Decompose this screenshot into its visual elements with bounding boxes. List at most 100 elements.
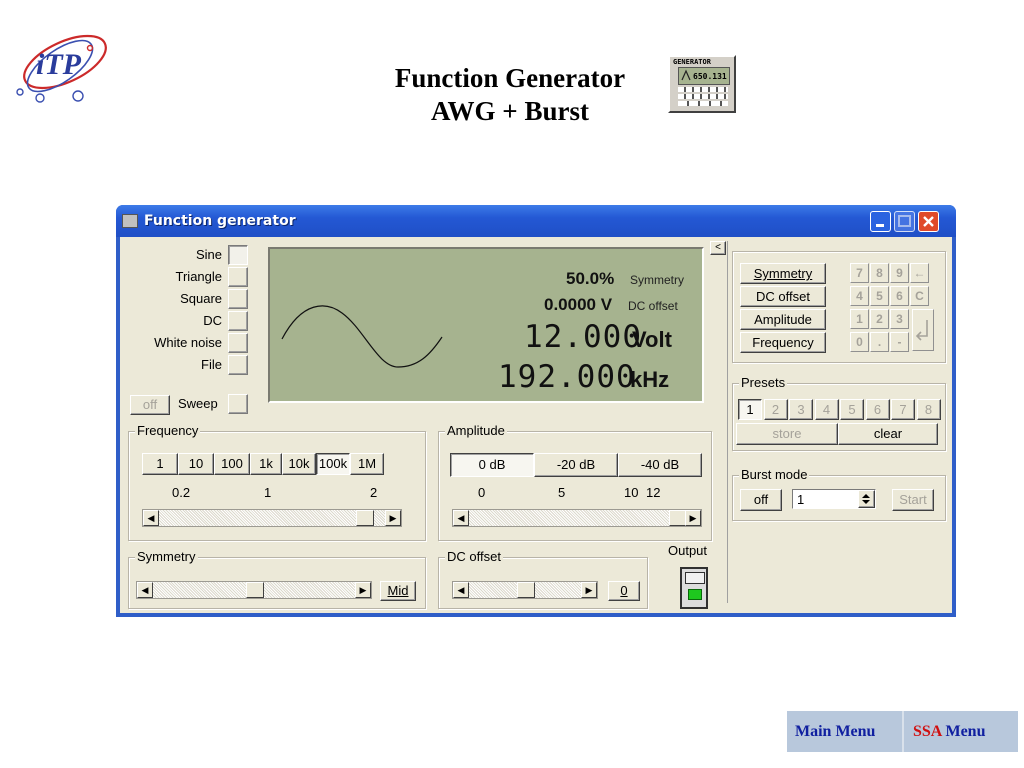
symmetry-entry-button[interactable]: Symmetry bbox=[740, 263, 826, 284]
waveform-label-dc: DC bbox=[203, 313, 222, 328]
waveform-button-file[interactable] bbox=[228, 355, 248, 375]
keypad-key[interactable]: 3 bbox=[890, 309, 909, 329]
preset-button-4[interactable]: 4 bbox=[814, 399, 839, 420]
symmetry-slider-thumb[interactable] bbox=[246, 582, 264, 598]
attenuation-minus40dB[interactable]: -40 dB bbox=[618, 453, 702, 477]
ssa-menu-link[interactable]: SSA Menu bbox=[913, 723, 985, 741]
preset-store-button[interactable]: store bbox=[736, 423, 838, 445]
keypad-key[interactable]: 6 bbox=[890, 286, 909, 306]
waveform-button-square[interactable] bbox=[228, 289, 248, 309]
frequency-range-10[interactable]: 10 bbox=[178, 453, 214, 475]
symmetry-title: Symmetry bbox=[135, 549, 198, 564]
keypad-key[interactable]: 2 bbox=[870, 309, 889, 329]
waveform-button-white-noise[interactable] bbox=[228, 333, 248, 353]
attenuation-minus20dB[interactable]: -20 dB bbox=[534, 453, 618, 477]
frequency-slider-right-arrow[interactable]: ▶ bbox=[385, 510, 401, 526]
amplitude-entry-button[interactable]: Amplitude bbox=[740, 309, 826, 330]
amplitude-slider[interactable]: ◀ ▶ bbox=[452, 509, 702, 527]
attenuation-0dB[interactable]: 0 dB bbox=[450, 453, 534, 477]
lcd-display: 50.0% Symmetry 0.0000 V DC offset 12.000… bbox=[268, 247, 704, 403]
keypad-key[interactable]: 8 bbox=[870, 263, 889, 283]
maximize-button bbox=[894, 211, 915, 232]
keypad-key[interactable]: 0 bbox=[850, 332, 869, 352]
app-icon bbox=[122, 214, 138, 228]
dc-offset-slider[interactable]: ◀ ▶ bbox=[452, 581, 598, 599]
sweep-checkbox[interactable] bbox=[228, 394, 248, 414]
waveform-button-triangle[interactable] bbox=[228, 267, 248, 287]
dc-offset-slider-thumb[interactable] bbox=[517, 582, 535, 598]
title-line-2: AWG + Burst bbox=[431, 96, 589, 126]
ssa-menu-prefix: SSA bbox=[913, 723, 942, 740]
generator-icon-value: 650.131 bbox=[693, 72, 727, 81]
preset-button-5[interactable]: 5 bbox=[840, 399, 864, 420]
burst-start-button[interactable]: Start bbox=[892, 489, 934, 511]
symmetry-slider-right-arrow[interactable]: ▶ bbox=[355, 582, 371, 598]
waveform-label-sine: Sine bbox=[195, 247, 222, 262]
preset-button-1[interactable]: 1 bbox=[738, 399, 762, 420]
waveform-button-dc[interactable] bbox=[228, 311, 248, 331]
keypad-key[interactable]: - bbox=[890, 332, 909, 352]
waveform-button-sine[interactable] bbox=[228, 245, 248, 265]
frequency-title: Frequency bbox=[135, 423, 201, 438]
main-menu-link[interactable]: Main Menu bbox=[795, 723, 875, 741]
waveform-label-white-noise: White noise bbox=[154, 335, 222, 350]
enter-arrow-icon bbox=[915, 320, 928, 341]
frequency-range-100[interactable]: 100 bbox=[214, 453, 250, 475]
minimize-button[interactable] bbox=[870, 211, 891, 232]
dc-offset-slider-left-arrow[interactable]: ◀ bbox=[453, 582, 469, 598]
collapse-button[interactable]: < bbox=[710, 241, 726, 255]
enter-key[interactable] bbox=[912, 309, 934, 351]
waveform-label-square: Square bbox=[180, 291, 222, 306]
preset-button-8[interactable]: 8 bbox=[916, 399, 941, 420]
symmetry-slider-left-arrow[interactable]: ◀ bbox=[137, 582, 153, 598]
burst-count-spinner[interactable] bbox=[858, 490, 875, 508]
keypad-key[interactable]: . bbox=[870, 332, 889, 352]
keypad-key[interactable]: 4 bbox=[850, 286, 869, 306]
frequency-range-1M[interactable]: 1M bbox=[350, 453, 384, 475]
window-titlebar[interactable]: Function generator bbox=[116, 205, 956, 237]
frequency-range-1[interactable]: 1 bbox=[142, 453, 178, 475]
output-label: Output bbox=[668, 543, 708, 558]
symmetry-slider[interactable]: ◀ ▶ bbox=[136, 581, 372, 599]
frequency-entry-button[interactable]: Frequency bbox=[740, 332, 826, 353]
preset-button-3[interactable]: 3 bbox=[789, 399, 813, 420]
preset-clear-button[interactable]: clear bbox=[838, 423, 938, 445]
frequency-readout: 192.000 bbox=[498, 359, 636, 395]
dc-offset-zero-button[interactable]: 0 bbox=[608, 581, 640, 601]
amplitude-scale-tick: 12 bbox=[646, 485, 661, 500]
keypad-key[interactable]: ← bbox=[910, 263, 929, 283]
amplitude-slider-left-arrow[interactable]: ◀ bbox=[453, 510, 469, 526]
burst-off-button[interactable]: off bbox=[740, 489, 782, 511]
keypad-key[interactable]: 1 bbox=[850, 309, 869, 329]
frequency-range-10k[interactable]: 10k bbox=[282, 453, 316, 475]
keypad-key[interactable]: 5 bbox=[870, 286, 889, 306]
keypad-key[interactable]: 7 bbox=[850, 263, 869, 283]
presets-title: Presets bbox=[739, 375, 788, 390]
separator-line bbox=[727, 241, 728, 603]
dc-offset-readout-label: DC offset bbox=[628, 299, 678, 313]
dc-offset-readout: 0.0000 V bbox=[544, 295, 613, 314]
dc-offset-slider-right-arrow[interactable]: ▶ bbox=[581, 582, 597, 598]
frequency-slider-left-arrow[interactable]: ◀ bbox=[143, 510, 159, 526]
amplitude-slider-right-arrow[interactable]: ▶ bbox=[685, 510, 701, 526]
sweep-off-button[interactable]: off bbox=[130, 395, 170, 415]
function-generator-window: Function generator Sine Triangle Square DC W… bbox=[116, 205, 956, 617]
amplitude-title: Amplitude bbox=[445, 423, 507, 438]
frequency-slider-thumb[interactable] bbox=[356, 510, 375, 526]
symmetry-mid-button[interactable]: Mid bbox=[380, 581, 416, 601]
frequency-slider[interactable]: ◀ ▶ bbox=[142, 509, 402, 527]
keypad-key[interactable]: 9 bbox=[890, 263, 909, 283]
frequency-range-100k[interactable]: 100k bbox=[316, 453, 350, 475]
symmetry-readout: 50.0% bbox=[566, 269, 615, 288]
preset-button-2[interactable]: 2 bbox=[763, 399, 788, 420]
preset-button-7[interactable]: 7 bbox=[891, 399, 915, 420]
dc-offset-zero-label: 0 bbox=[620, 583, 628, 598]
keypad-key[interactable]: C bbox=[910, 286, 929, 306]
close-button[interactable] bbox=[918, 211, 939, 232]
frequency-scale-tick: 1 bbox=[264, 485, 272, 500]
frequency-range-1k[interactable]: 1k bbox=[250, 453, 282, 475]
preset-button-6[interactable]: 6 bbox=[865, 399, 890, 420]
output-switch[interactable] bbox=[680, 567, 708, 609]
amplitude-unit: Volt bbox=[632, 327, 672, 352]
dc-offset-entry-button[interactable]: DC offset bbox=[740, 286, 826, 307]
